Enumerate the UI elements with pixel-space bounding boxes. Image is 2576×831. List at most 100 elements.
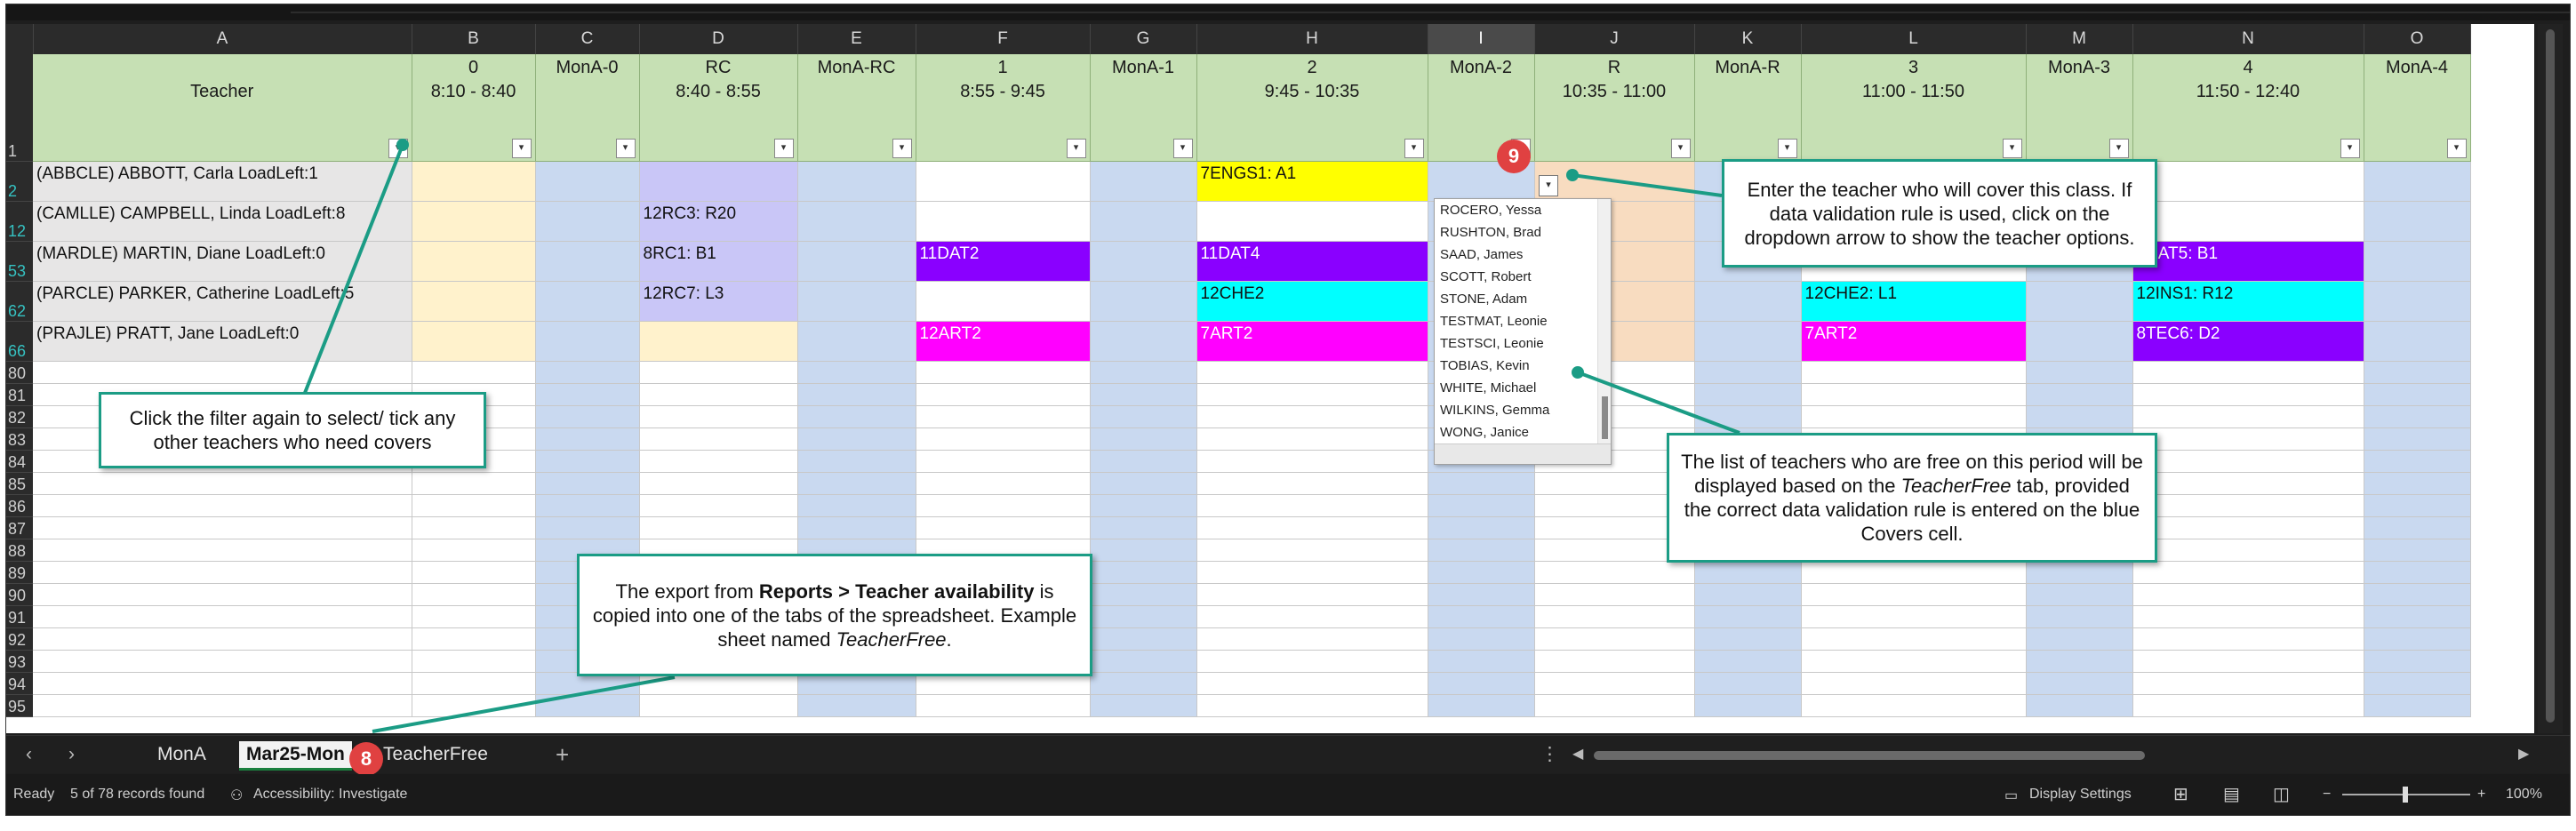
empty-cell[interactable] bbox=[2026, 627, 2133, 651]
col-header-d[interactable]: D bbox=[639, 24, 798, 54]
empty-cell[interactable] bbox=[33, 472, 412, 495]
empty-cell[interactable] bbox=[2132, 383, 2364, 406]
add-sheet-button[interactable]: + bbox=[556, 741, 569, 768]
timetable-cell[interactable] bbox=[916, 161, 1091, 202]
more-options-icon[interactable]: ⋮ bbox=[1540, 741, 1559, 768]
page-layout-icon[interactable]: ▤ bbox=[2223, 783, 2240, 805]
empty-cell[interactable] bbox=[535, 694, 640, 717]
timetable-cell[interactable] bbox=[916, 281, 1091, 322]
col-header-g[interactable]: G bbox=[1090, 24, 1197, 54]
cover-cell[interactable] bbox=[1090, 321, 1197, 362]
empty-cell[interactable] bbox=[916, 405, 1091, 428]
cover-cell[interactable] bbox=[1090, 161, 1197, 202]
empty-cell[interactable] bbox=[1196, 672, 1428, 695]
empty-cell[interactable] bbox=[1196, 605, 1428, 628]
empty-cell[interactable] bbox=[1196, 583, 1428, 606]
empty-cell[interactable] bbox=[2132, 672, 2364, 695]
cover-cell[interactable] bbox=[2364, 161, 2471, 202]
col-header-n[interactable]: N bbox=[2132, 24, 2364, 54]
row-number[interactable]: 91 bbox=[6, 605, 33, 628]
timetable-cell[interactable]: 7ART2 bbox=[1196, 321, 1428, 362]
empty-cell[interactable] bbox=[1534, 650, 1695, 673]
empty-cell[interactable] bbox=[2364, 561, 2471, 584]
empty-cell[interactable] bbox=[2364, 539, 2471, 562]
cover-cell[interactable] bbox=[2364, 281, 2471, 322]
cover-cell[interactable] bbox=[2026, 281, 2133, 322]
empty-cell[interactable] bbox=[2026, 583, 2133, 606]
empty-cell[interactable] bbox=[639, 427, 798, 451]
empty-cell[interactable] bbox=[1694, 405, 1802, 428]
timetable-cell[interactable]: 12ART2 bbox=[916, 321, 1091, 362]
filter-dropdown-icon[interactable]: ▾ bbox=[2108, 139, 2129, 158]
empty-cell[interactable] bbox=[535, 383, 640, 406]
filter-dropdown-icon[interactable]: ▾ bbox=[1670, 139, 1691, 158]
empty-cell[interactable] bbox=[1090, 627, 1197, 651]
period-header-cell[interactable]: MonA-0 ▾ bbox=[535, 54, 640, 162]
zoom-level[interactable]: 100% bbox=[2506, 787, 2542, 803]
empty-cell[interactable] bbox=[1196, 450, 1428, 473]
col-header-c[interactable]: C bbox=[535, 24, 640, 54]
timetable-cell[interactable] bbox=[412, 241, 536, 282]
period-header-cell[interactable]: 1 8:55 - 9:45 ▾ bbox=[916, 54, 1091, 162]
row-number[interactable]: 84 bbox=[6, 450, 33, 473]
empty-cell[interactable] bbox=[2364, 583, 2471, 606]
empty-cell[interactable] bbox=[2364, 627, 2471, 651]
empty-cell[interactable] bbox=[1196, 516, 1428, 539]
filter-dropdown-icon[interactable]: ▾ bbox=[2340, 139, 2360, 158]
status-display-settings[interactable]: Display Settings bbox=[2029, 787, 2132, 803]
scroll-left-icon[interactable]: ◀ bbox=[1572, 741, 1583, 768]
row-number[interactable]: 90 bbox=[6, 583, 33, 606]
empty-cell[interactable] bbox=[1534, 627, 1695, 651]
empty-cell[interactable] bbox=[797, 427, 916, 451]
timetable-cell[interactable]: 11DAT2 bbox=[916, 241, 1091, 282]
empty-cell[interactable] bbox=[2132, 472, 2364, 495]
empty-cell[interactable] bbox=[412, 472, 536, 495]
timetable-cell[interactable]: 8TEC6: D2 bbox=[2132, 321, 2364, 362]
timetable-cell[interactable]: 7ENGS1: A1 bbox=[1196, 161, 1428, 202]
dropdown-item[interactable]: RUSHTON, Brad bbox=[1435, 221, 1611, 244]
empty-cell[interactable] bbox=[2364, 650, 2471, 673]
empty-cell[interactable] bbox=[1694, 694, 1802, 717]
empty-cell[interactable] bbox=[2364, 694, 2471, 717]
col-header-i[interactable]: I bbox=[1428, 24, 1535, 54]
empty-cell[interactable] bbox=[1801, 561, 2027, 584]
accessibility-icon[interactable]: ⚇ bbox=[230, 787, 243, 804]
empty-cell[interactable] bbox=[2132, 583, 2364, 606]
empty-cell[interactable] bbox=[2026, 561, 2133, 584]
empty-cell[interactable] bbox=[1428, 539, 1535, 562]
empty-cell[interactable] bbox=[1694, 361, 1802, 384]
timetable-cell[interactable] bbox=[412, 161, 536, 202]
col-header-l[interactable]: L bbox=[1801, 24, 2027, 54]
scroll-right-icon[interactable]: ▶ bbox=[2518, 741, 2529, 768]
teacher-cell[interactable]: (MARDLE) MARTIN, Diane LoadLeft:0 bbox=[33, 241, 412, 282]
empty-cell[interactable] bbox=[2026, 383, 2133, 406]
row-number[interactable]: 62 bbox=[6, 281, 33, 322]
period-header-cell[interactable]: R 10:35 - 11:00 ▾ bbox=[1534, 54, 1695, 162]
empty-cell[interactable] bbox=[1090, 494, 1197, 517]
timetable-cell[interactable]: 11DAT4 bbox=[1196, 241, 1428, 282]
empty-cell[interactable] bbox=[2026, 405, 2133, 428]
empty-cell[interactable] bbox=[535, 427, 640, 451]
row-number[interactable]: 85 bbox=[6, 472, 33, 495]
empty-cell[interactable] bbox=[535, 472, 640, 495]
empty-cell[interactable] bbox=[2364, 605, 2471, 628]
empty-cell[interactable] bbox=[1196, 383, 1428, 406]
row-number[interactable]: 88 bbox=[6, 539, 33, 562]
empty-cell[interactable] bbox=[1801, 627, 2027, 651]
tab-mar25-mon[interactable]: Mar25-Mon bbox=[239, 741, 352, 771]
filter-dropdown-icon[interactable]: ▾ bbox=[2446, 139, 2467, 158]
empty-cell[interactable] bbox=[1090, 561, 1197, 584]
empty-cell[interactable] bbox=[33, 627, 412, 651]
empty-cell[interactable] bbox=[797, 361, 916, 384]
cover-cell[interactable] bbox=[535, 201, 640, 242]
empty-cell[interactable] bbox=[2364, 450, 2471, 473]
period-header-cell[interactable]: RC 8:40 - 8:55 ▾ bbox=[639, 54, 798, 162]
empty-cell[interactable] bbox=[1196, 627, 1428, 651]
cover-cell[interactable] bbox=[2026, 321, 2133, 362]
empty-cell[interactable] bbox=[535, 405, 640, 428]
period-header-cell[interactable]: MonA-3 ▾ bbox=[2026, 54, 2133, 162]
empty-cell[interactable] bbox=[1090, 672, 1197, 695]
filter-dropdown-icon[interactable]: ▾ bbox=[892, 139, 912, 158]
col-header-e[interactable]: E bbox=[797, 24, 916, 54]
row-number[interactable]: 93 bbox=[6, 650, 33, 673]
